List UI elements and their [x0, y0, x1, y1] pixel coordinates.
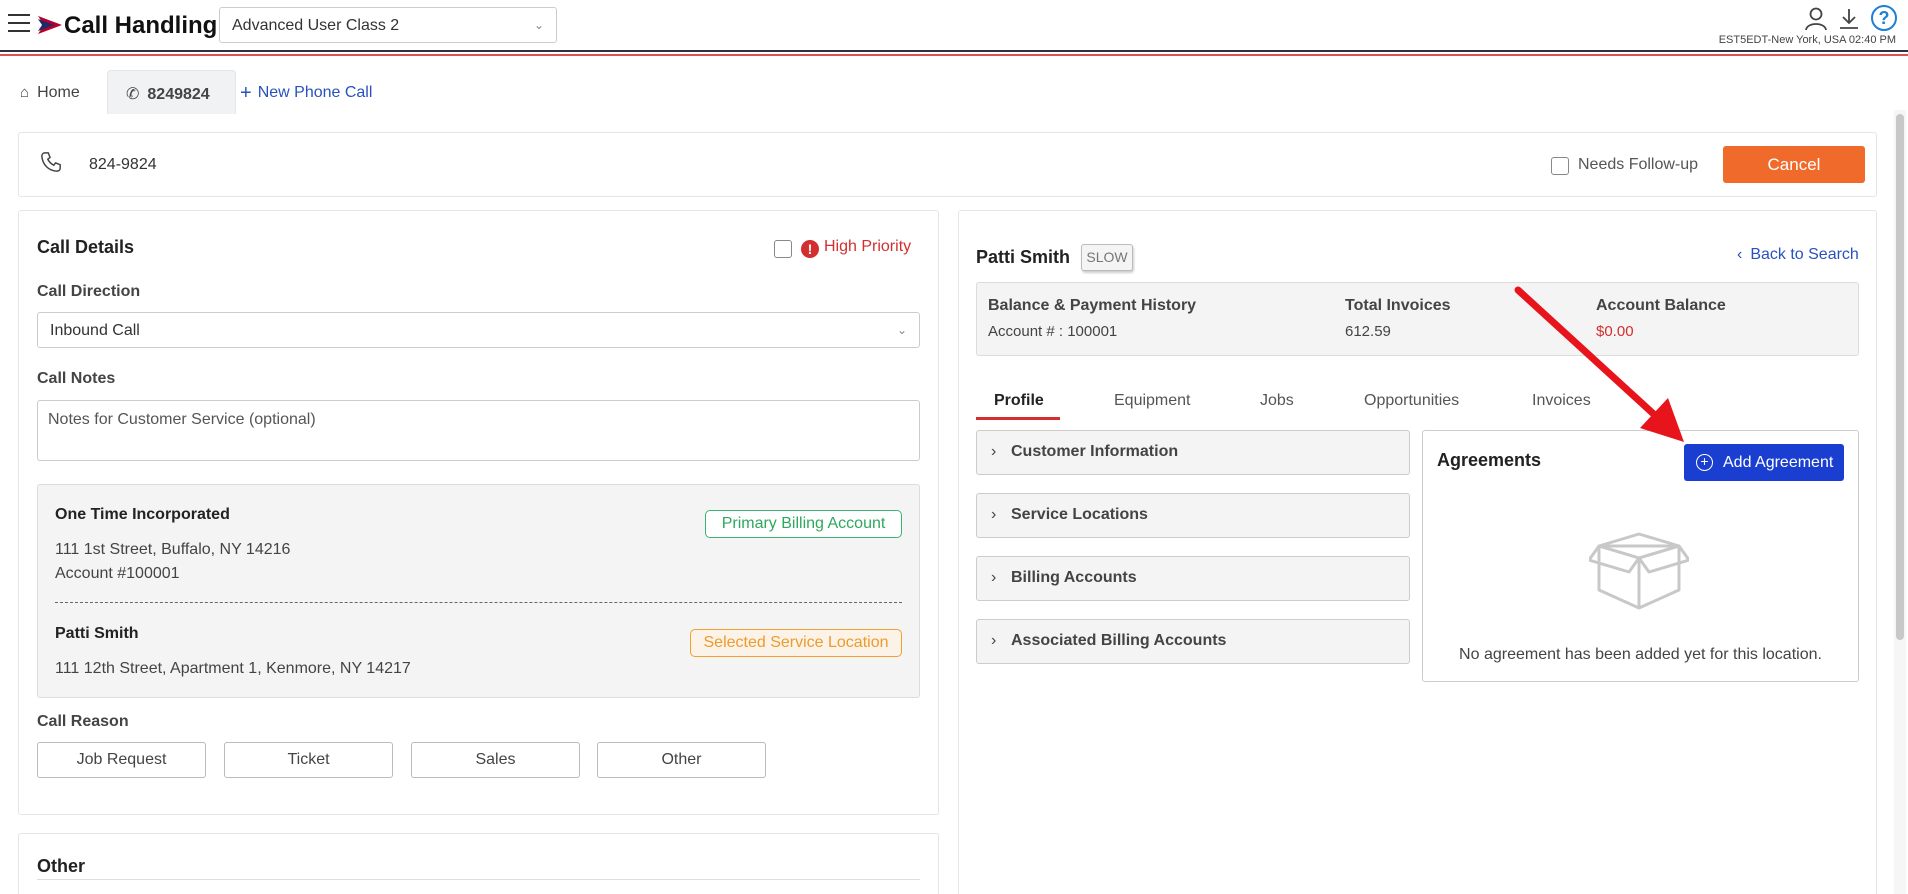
reason-other-button[interactable]: Other	[597, 742, 766, 778]
active-tab-indicator	[976, 417, 1060, 420]
header-divider	[0, 50, 1908, 52]
call-direction-select[interactable]: Inbound Call ⌄	[37, 312, 920, 348]
account-number: Account # : 100001	[988, 323, 1118, 340]
tab-profile[interactable]: Profile	[994, 392, 1044, 410]
accordion-service-locations[interactable]: › Service Locations	[976, 493, 1410, 538]
billing-account-name: One Time Incorporated	[55, 506, 230, 523]
app-title: Call Handling	[64, 12, 218, 39]
balance-history-label: Balance & Payment History	[988, 297, 1197, 314]
billing-account-number: Account #100001	[55, 565, 180, 582]
reason-ticket-button[interactable]: Ticket	[224, 742, 393, 778]
total-invoices-label: Total Invoices	[1345, 297, 1451, 314]
selected-service-badge: Selected Service Location	[690, 629, 902, 657]
divider	[37, 879, 920, 880]
call-notes-label: Call Notes	[37, 370, 116, 387]
chevron-right-icon: ›	[991, 632, 997, 649]
tab-jobs[interactable]: Jobs	[1260, 392, 1294, 410]
service-address: 111 12th Street, Apartment 1, Kenmore, N…	[55, 660, 411, 677]
chevron-right-icon: ›	[991, 506, 997, 523]
add-agreement-button[interactable]: + Add Agreement	[1684, 444, 1844, 481]
back-to-search-label: Back to Search	[1750, 246, 1859, 263]
total-invoices-value: 612.59	[1345, 323, 1391, 340]
agreements-empty-message: No agreement has been added yet for this…	[1459, 646, 1822, 663]
help-icon[interactable]: ?	[1871, 5, 1897, 31]
accordion-label: Billing Accounts	[1011, 569, 1137, 586]
primary-billing-badge: Primary Billing Account	[705, 510, 902, 538]
plus-icon: +	[240, 82, 252, 104]
phone-icon	[40, 151, 62, 178]
user-icon[interactable]	[1805, 7, 1827, 36]
timezone-clock: EST5EDT-New York, USA 02:40 PM	[1718, 34, 1896, 46]
user-class-select[interactable]: Advanced User Class 2 ⌄	[219, 7, 557, 43]
phone-icon: ✆	[126, 86, 140, 103]
customer-name: Patti Smith	[976, 247, 1071, 267]
reason-job-request-button[interactable]: Job Request	[37, 742, 206, 778]
chevron-left-icon: ‹	[1737, 246, 1743, 263]
call-notes-input[interactable]: Notes for Customer Service (optional)	[37, 400, 920, 461]
accordion-label: Associated Billing Accounts	[1011, 632, 1227, 649]
call-direction-value: Inbound Call	[50, 322, 140, 339]
home-tab-label: Home	[37, 84, 80, 101]
logo-icon	[38, 16, 62, 39]
balance-summary-box	[976, 282, 1859, 356]
chevron-right-icon: ›	[991, 569, 997, 586]
chevron-right-icon: ›	[991, 443, 997, 460]
accordion-label: Service Locations	[1011, 506, 1148, 523]
tab-equipment[interactable]: Equipment	[1114, 392, 1191, 410]
menu-icon[interactable]	[8, 14, 30, 32]
cancel-button[interactable]: Cancel	[1723, 146, 1865, 183]
alert-icon: !	[801, 240, 819, 258]
billing-address: 111 1st Street, Buffalo, NY 14216	[55, 541, 291, 558]
accordion-customer-information[interactable]: › Customer Information	[976, 430, 1410, 475]
chevron-down-icon: ⌄	[896, 323, 907, 337]
chevron-down-icon: ⌄	[533, 18, 544, 32]
high-priority-label: High Priority	[824, 238, 912, 255]
back-to-search-link[interactable]: ‹ Back to Search	[1737, 246, 1859, 264]
other-panel	[18, 833, 939, 894]
home-icon: ⌂	[20, 84, 30, 101]
call-reason-label: Call Reason	[37, 713, 129, 730]
header-divider-accent	[0, 54, 1908, 56]
call-direction-label: Call Direction	[37, 283, 141, 300]
new-phone-call-link[interactable]: + New Phone Call	[240, 82, 372, 105]
phone-number: 824-9824	[89, 156, 157, 173]
download-icon[interactable]	[1838, 7, 1860, 36]
service-location-name: Patti Smith	[55, 625, 139, 642]
needs-followup-label: Needs Follow-up	[1578, 156, 1699, 173]
needs-followup-checkbox[interactable]	[1551, 157, 1569, 175]
high-priority-checkbox[interactable]	[774, 240, 792, 258]
user-class-value: Advanced User Class 2	[232, 17, 400, 34]
accordion-associated-billing-accounts[interactable]: › Associated Billing Accounts	[976, 619, 1410, 664]
call-details-title: Call Details	[37, 237, 135, 257]
add-agreement-label: Add Agreement	[1723, 454, 1834, 471]
new-phone-call-label: New Phone Call	[257, 84, 373, 101]
plus-circle-icon: +	[1696, 454, 1713, 471]
scrollbar-thumb[interactable]	[1896, 114, 1904, 640]
reason-sales-button[interactable]: Sales	[411, 742, 580, 778]
other-section-title: Other	[37, 856, 86, 876]
accordion-billing-accounts[interactable]: › Billing Accounts	[976, 556, 1410, 601]
accordion-label: Customer Information	[1011, 443, 1179, 460]
home-tab[interactable]: ⌂ Home	[20, 84, 80, 102]
customer-status-badge: SLOW	[1081, 244, 1133, 271]
empty-box-icon	[1587, 528, 1691, 629]
tab-opportunities[interactable]: Opportunities	[1364, 392, 1459, 410]
call-tab-label: 8249824	[147, 86, 210, 103]
annotation-arrow-icon	[1500, 280, 1700, 455]
call-tab[interactable]: ✆ 8249824	[107, 70, 236, 114]
divider	[55, 602, 902, 603]
